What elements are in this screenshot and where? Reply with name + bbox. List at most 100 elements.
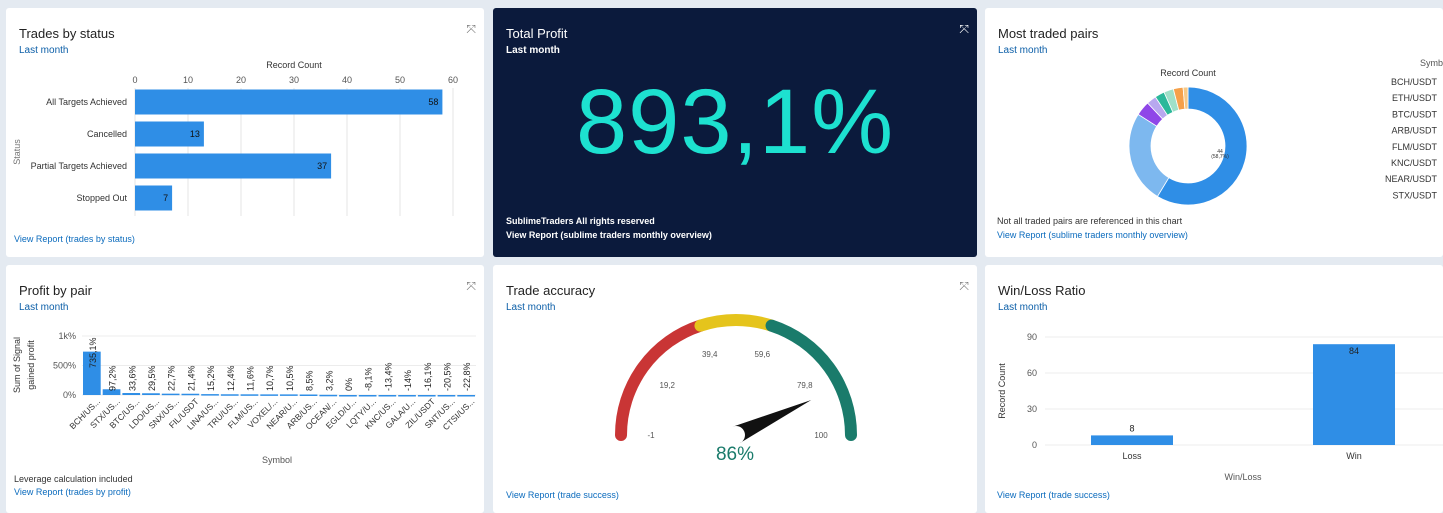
legend-item: STX/USDT	[1392, 190, 1437, 200]
bar	[398, 395, 416, 397]
data-label: 84	[1349, 346, 1359, 356]
bar	[358, 395, 377, 397]
bar	[220, 394, 239, 396]
trades-by-status-card: Trades by status Last month ⤧ Record Cou…	[6, 8, 484, 257]
bar	[339, 395, 357, 397]
footer-text: SublimeTraders All rights reserved	[506, 216, 655, 226]
gauge-tick-label: 39,4	[702, 350, 718, 359]
y-axis-title: Status	[12, 139, 22, 165]
legend-header: Symb	[1420, 58, 1443, 68]
view-report-link[interactable]: View Report (sublime traders monthly ove…	[997, 230, 1188, 240]
most-traded-pairs-chart: Record Count44(58,7%)SymbBCH/USDTETH/USD…	[1128, 58, 1443, 206]
data-label: 15,2%	[206, 365, 216, 391]
data-label: -16,1%	[423, 362, 433, 391]
data-label: 7	[163, 193, 168, 203]
legend-item: NEAR/USDT	[1385, 174, 1438, 184]
y-tick-label: 1k%	[58, 331, 76, 341]
data-label: -8,1%	[364, 367, 374, 391]
gauge-needle	[732, 399, 812, 444]
legend-item: KNC/USDT	[1391, 158, 1438, 168]
y-axis-title: gained profit	[26, 340, 36, 390]
bar	[457, 395, 475, 397]
data-label: -13,4%	[383, 362, 393, 391]
trade-accuracy-gauge: -1 19,2 39,4 59,6 79,8 100	[615, 314, 857, 444]
bar	[260, 394, 278, 396]
bar	[122, 393, 141, 395]
pie-slice	[1128, 113, 1170, 198]
x-axis-title: Record Count	[266, 60, 322, 70]
data-label: 37	[317, 161, 327, 171]
legend-item: FLM/USDT	[1392, 142, 1438, 152]
profit-by-pair-chart: 0% 500% 1k% Sum of Signal gained profit 735,1…	[12, 331, 476, 465]
gauge-band	[694, 314, 778, 332]
data-label: 10,7%	[265, 365, 275, 391]
data-label: 8,5%	[305, 370, 315, 391]
data-label: 0%	[344, 378, 354, 391]
y-tick-label: 60	[1027, 368, 1037, 378]
bar	[299, 394, 318, 396]
trade-accuracy-card: Trade accuracy Last month ⤧ -1 19,2 39,4 59…	[493, 265, 977, 513]
win-loss-card: Win/Loss Ratio Last month 0 30 60 90 Record …	[985, 265, 1443, 513]
view-report-link[interactable]: View Report (trade success)	[506, 490, 619, 500]
category-label: Cancelled	[87, 129, 127, 139]
bar	[142, 393, 160, 395]
win-loss-chart: 0 30 60 90 Record Count 8 Loss 84 Win Win/Loss	[997, 332, 1443, 482]
trades-by-status-chart: Record Count 0 10 20 30 40 50 60 Status All Targe…	[12, 60, 458, 216]
gauge-tick-label: 19,2	[659, 381, 675, 390]
gauge-value: 86%	[715, 444, 755, 465]
x-tick-label: Win	[1346, 451, 1362, 461]
category-label: Stopped Out	[76, 193, 127, 203]
bar	[201, 394, 219, 396]
y-axis-title: Record Count	[997, 363, 1007, 419]
y-tick-label: 0	[1032, 440, 1037, 450]
x-tick-label: Loss	[1122, 451, 1142, 461]
data-label: 33,6%	[127, 365, 137, 391]
bar	[280, 394, 298, 396]
gauge-tick-label: -1	[647, 431, 655, 440]
data-label: 29,5%	[147, 365, 157, 391]
gauge-tick-label: 59,6	[754, 350, 770, 359]
data-label: -14%	[403, 370, 413, 391]
category-label: Partial Targets Achieved	[31, 161, 127, 171]
view-report-link[interactable]: View Report (trades by profit)	[14, 487, 131, 497]
total-profit-value: 893,1%	[575, 71, 895, 173]
bar	[181, 393, 200, 396]
view-report-link[interactable]: View Report (trades by status)	[14, 234, 135, 244]
legend-item: BCH/USDT	[1391, 77, 1438, 87]
legend-item: BTC/USDT	[1392, 109, 1438, 119]
x-axis-title: Win/Loss	[1224, 472, 1262, 482]
data-label: 12,4%	[226, 365, 236, 391]
slice-label: (58,7%)	[1211, 154, 1229, 160]
most-traded-pairs-card: Most traded pairs Last month Record Coun…	[985, 8, 1443, 257]
y-tick-label: 30	[1027, 404, 1037, 414]
data-label: 97,2%	[108, 365, 118, 391]
legend-item: ETH/USDT	[1392, 93, 1438, 103]
data-label: 10,5%	[285, 365, 295, 391]
chart-title: Record Count	[1160, 68, 1216, 78]
expand-icon[interactable]: ⤧	[959, 22, 969, 37]
data-label: 3,2%	[324, 370, 334, 391]
profit-by-pair-card: Profit by pair Last month ⤧ 0% 500% 1k% Sum…	[6, 265, 484, 513]
card-subtitle: Last month	[506, 45, 560, 56]
gauge-tick-label: 79,8	[797, 381, 813, 390]
x-tick-label: 0	[132, 75, 137, 85]
bar	[437, 395, 456, 397]
x-tick-label: 40	[342, 75, 352, 85]
y-tick-label: 500%	[53, 361, 76, 371]
data-label: 735,1%	[88, 337, 98, 368]
data-label: 58	[428, 97, 438, 107]
view-report-link[interactable]: View Report (trade success)	[997, 490, 1110, 500]
bar	[240, 394, 259, 396]
x-tick-label: 30	[289, 75, 299, 85]
x-tick-label: 10	[183, 75, 193, 85]
y-tick-label: 0%	[63, 390, 76, 400]
view-report-link[interactable]: View Report (sublime traders monthly ove…	[506, 230, 712, 240]
y-tick-label: 90	[1027, 332, 1037, 342]
data-label: 21,4%	[186, 365, 196, 391]
category-label: All Targets Achieved	[46, 97, 127, 107]
x-axis-title: Symbol	[262, 455, 292, 465]
bar	[1091, 435, 1173, 445]
data-label: 13	[190, 129, 200, 139]
card-title: Total Profit	[506, 26, 568, 41]
chart-note: Not all traded pairs are referenced in t…	[997, 216, 1183, 226]
